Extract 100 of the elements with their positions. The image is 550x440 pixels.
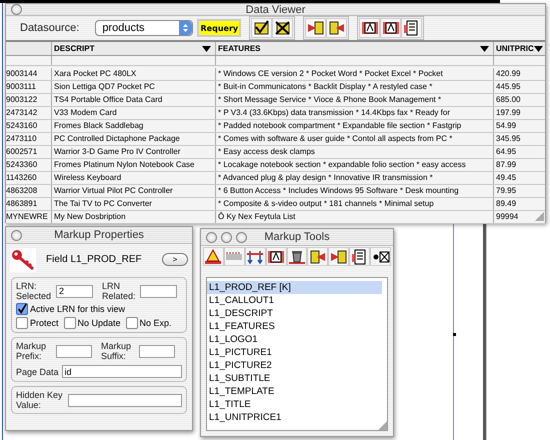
table-cell: Wireless Keyboard [52,172,216,184]
table-cell: Warrior 3-D Game Pro IV Controller [52,146,216,158]
window-title: Markup Tools [264,231,330,243]
list-item[interactable]: L1_UNITPRICE1 [207,411,382,424]
text-frame-icon[interactable] [359,18,380,38]
table-cell-text: 89.49 [495,198,518,210]
window-button[interactable] [236,232,247,242]
window-title: Data Viewer [246,4,306,16]
table-cell: 5243160 [6,120,52,132]
table-cell: 6002571 [6,146,52,158]
table-cell: * Buit-in Communicatons * Backlit Display * A restyled case * [216,81,494,93]
hidden-key-field[interactable] [68,394,182,406]
table-cell-text: 345.95 [495,133,522,145]
checkbox[interactable] [64,317,76,329]
table-cell: Fromes Platinum Nylon Notebook Case [52,159,216,171]
field-label: LRN: Selected [16,281,52,301]
table-cell: Ô Ky Nex Feytula List [216,211,494,223]
table-cell-text: 99994 [495,211,520,223]
table-cell-text: 49.45 [495,172,518,184]
table-cell: * P V3.4 (33.6Kbps) data transmission * 14.4Kbps fax * Ready for [216,107,494,119]
markup-suffix-field[interactable] [139,344,175,358]
arrow-reverse-icon[interactable] [307,247,328,266]
table-cell: 1143260 [6,172,52,184]
table-cell: Xara Pocket PC 480LX [52,68,216,80]
table-cell: Sion Lettiga QD7 Pocket PC [52,81,216,93]
list-item[interactable]: L1_CALLOUT1 [207,294,382,307]
document-icon[interactable] [401,18,422,38]
checkbox[interactable] [126,317,138,329]
table-cell: 5243360 [6,159,52,171]
table-cell-text: 420.99 [495,68,522,80]
field-label: Markup Suffix: [101,341,132,361]
table-cell: * Locakage notebook section * expandable folio section * easy access [216,159,494,171]
field-name: Field L1_PROD_REF [46,254,143,265]
check-icon[interactable] [251,18,272,38]
table-cell-text: 79.95 [495,185,518,197]
checkbox-label: Protect [30,318,59,328]
table-cell: * Padded notebook compartment * Expandable file section * Fastgrip [216,120,494,132]
checkbox[interactable] [16,317,28,329]
field-label: Page Data [16,366,59,376]
list-item[interactable]: L1_SUBTITLE [207,372,382,385]
table-cell: 2473142 [6,107,52,119]
lrn-selected-field[interactable]: 2 [56,284,93,298]
datasource-label: Datasource: [20,22,80,34]
page-data-field[interactable]: id [62,365,182,378]
table-cell: Fromes Black Saddlebag [52,120,216,132]
lrn-related-field[interactable] [140,284,177,298]
list-item[interactable]: L1_PROD_REF [K] [207,281,382,294]
resize-grip[interactable] [535,212,544,221]
text-frame-icon[interactable] [266,247,287,266]
list-item[interactable]: L1_PICTURE1 [207,346,382,359]
datasource-dropdown[interactable]: products [95,20,194,36]
table-cell: 9003144 [6,68,52,80]
list-item[interactable]: L1_TITLE [207,398,382,411]
table-cell: V33 Modem Card [52,107,216,119]
table-cell: The Tai TV to PC Converter [52,198,216,210]
list-item[interactable]: L1_LOGO1 [207,333,382,346]
field-label: Markup Prefix: [16,341,48,361]
table-cell: 2473110 [6,133,52,145]
checkbox[interactable] [16,303,28,315]
window-button[interactable] [11,230,22,240]
table-cell: * Windows CE version 2 * Pocket Word * Pocket Excel * Pocket [216,68,494,80]
window-button[interactable] [206,232,217,242]
field-label: Hidden Key Value: [16,390,64,410]
warning-icon[interactable] [203,247,224,266]
trash-icon[interactable] [286,247,308,266]
dropdown-arrow-icon[interactable] [202,46,211,52]
list-item[interactable]: L1_DESCRIPT [207,307,382,320]
arrows-icon[interactable] [244,247,266,266]
delete-icon[interactable] [370,247,392,266]
stepper-icon[interactable] [179,21,192,35]
table-cell: 4863891 [6,198,52,210]
window-button[interactable] [221,232,232,242]
table-cell-text: 64.95 [495,146,518,158]
table-cell: My New Dosbription [52,211,216,223]
cross-icon[interactable] [272,18,294,38]
column-header[interactable]: UNITPRIC [494,42,545,55]
table-cell: * Advanced plug & play design * Innovative IR transmission * [216,172,494,184]
list-item[interactable]: L1_FEATURES [207,320,382,333]
requery-button[interactable]: Requery [197,19,242,37]
column-header[interactable]: FEATURES [216,42,494,55]
list-item[interactable]: L1_TEMPLATE [207,385,382,398]
ruler-icon[interactable] [224,247,245,266]
table-cell: TS4 Portable Office Data Card [52,94,216,106]
column-header[interactable]: DESCRIPT [52,42,216,55]
checkbox-label: Active LRN for this view [30,304,126,314]
window-button[interactable] [11,4,22,15]
list-item[interactable]: L1_PICTURE2 [207,359,382,372]
field-label: LRN Related: [102,281,137,301]
table-cell: Warrior Virtual Pilot PC Controller [52,185,216,197]
table-cell: * Comes with software & user guide * Contol all aspects from PC * [216,133,494,145]
document-icon[interactable] [349,247,370,266]
next-button[interactable]: > [162,253,188,266]
selection-handle[interactable] [453,333,456,336]
dropdown-arrow-icon[interactable] [480,46,489,52]
window-title: Markup Properties [54,229,144,241]
arrow-reverse-icon[interactable] [326,18,348,38]
markup-prefix-field[interactable] [56,344,92,358]
table-cell-text: 87.99 [495,159,518,171]
text-frame-icon[interactable] [380,18,402,38]
dropdown-arrow-icon[interactable] [534,46,543,52]
